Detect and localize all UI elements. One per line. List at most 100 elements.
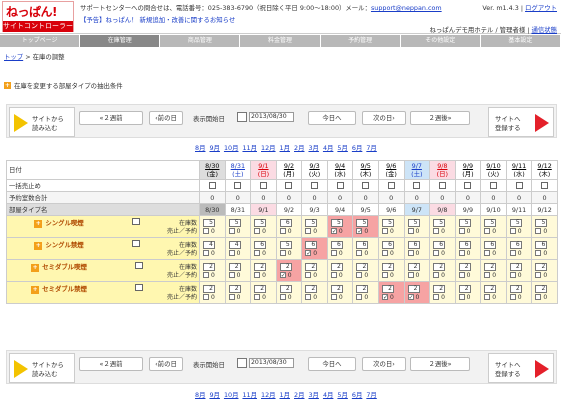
nav-tab[interactable]: その他設定 (400, 35, 481, 47)
stop-checkbox[interactable] (535, 250, 542, 256)
stock-input[interactable]: 2 (484, 285, 497, 293)
month-link[interactable]: 11月 (242, 390, 257, 399)
stock-input[interactable]: 2 (305, 263, 318, 271)
bulk-stop-checkbox[interactable] (413, 182, 421, 189)
filter-conditions-toggle[interactable]: + 在庫を変更する部屋タイプの抽出条件 (4, 81, 123, 90)
month-link[interactable]: 5月 (337, 143, 347, 152)
stock-input[interactable]: 5 (458, 219, 471, 227)
stop-checkbox[interactable] (458, 272, 465, 278)
month-link[interactable]: 7月 (366, 143, 376, 152)
bulk-stop-checkbox[interactable] (234, 182, 242, 189)
stock-input[interactable]: 5 (509, 219, 522, 227)
stop-checkbox[interactable] (407, 272, 414, 278)
logout-link[interactable]: ログアウト (525, 4, 557, 12)
stock-input[interactable]: 5 (407, 219, 420, 227)
stop-checkbox[interactable] (305, 228, 312, 234)
stop-checkbox[interactable] (305, 294, 312, 300)
stock-input[interactable]: 2 (484, 263, 497, 271)
stock-input[interactable]: 2 (279, 263, 292, 271)
month-link[interactable]: 7月 (366, 390, 376, 399)
date-header-cell[interactable]: 9/9 (月) (454, 160, 482, 180)
stop-checkbox[interactable] (484, 272, 491, 278)
month-link[interactable]: 12月 (261, 390, 276, 399)
stop-checkbox[interactable] (228, 294, 235, 300)
stock-input[interactable]: 6 (254, 241, 267, 249)
stop-checkbox[interactable] (509, 272, 516, 278)
nav-tab[interactable]: 基本設定 (480, 35, 561, 47)
stop-checkbox[interactable] (203, 294, 209, 300)
stop-checkbox[interactable] (381, 250, 388, 256)
start-date-input[interactable]: 2013/08/30 (249, 112, 294, 122)
stop-checkbox[interactable] (458, 228, 465, 234)
stop-checkbox[interactable] (228, 250, 235, 256)
date-header-cell[interactable]: 9/1 (日) (250, 160, 277, 180)
date-header-cell[interactable]: 9/11 (水) (505, 160, 533, 180)
stock-input[interactable]: 2 (203, 285, 215, 293)
date-header-cell[interactable]: 9/12 (木) (531, 160, 558, 180)
calendar-icon[interactable] (134, 261, 143, 269)
stop-checkbox[interactable] (254, 294, 261, 300)
prev-2weeks-button[interactable]: «２週前 (79, 111, 143, 125)
date-text[interactable]: 9/1 (252, 162, 276, 170)
bulk-stop-checkbox[interactable] (515, 182, 523, 189)
plus-icon[interactable]: + (34, 219, 43, 228)
plus-icon[interactable]: + (31, 285, 40, 294)
stop-checkbox[interactable] (356, 250, 363, 256)
stock-input[interactable]: 5 (381, 219, 394, 227)
date-text[interactable]: 9/6 (379, 162, 403, 170)
start-date-input[interactable]: 2013/08/30 (249, 358, 294, 368)
stop-checkbox[interactable] (254, 228, 261, 234)
stock-input[interactable]: 2 (509, 285, 522, 293)
stop-checkbox[interactable] (535, 294, 542, 300)
breadcrumb-top-link[interactable]: トップ (4, 53, 23, 61)
date-text[interactable]: 9/8 (431, 162, 455, 170)
date-text[interactable]: 9/4 (328, 162, 352, 170)
stock-input[interactable]: 2 (535, 285, 548, 293)
date-header-cell[interactable]: 9/4 (水) (326, 160, 354, 180)
stock-input[interactable]: 2 (330, 263, 343, 271)
stop-checkbox[interactable] (203, 228, 209, 234)
stock-input[interactable]: 5 (279, 241, 292, 249)
date-header-cell[interactable]: 8/31 (土) (224, 160, 252, 180)
stop-checkbox[interactable] (433, 294, 440, 300)
stock-input[interactable]: 2 (356, 263, 369, 271)
stock-input[interactable]: 2 (535, 263, 548, 271)
stop-checkbox[interactable] (407, 228, 414, 234)
stop-checkbox[interactable] (228, 228, 235, 234)
month-link[interactable]: 10月 (224, 390, 239, 399)
date-header-cell[interactable]: 9/8 (日) (429, 160, 456, 180)
stock-input[interactable]: 2 (305, 285, 318, 293)
stock-input[interactable]: 6 (305, 241, 318, 249)
month-link[interactable]: 11月 (242, 143, 257, 152)
month-link[interactable]: 1月 (280, 143, 290, 152)
date-text[interactable]: 8/30 (200, 162, 224, 170)
stock-input[interactable]: 5 (254, 219, 267, 227)
room-name[interactable]: セミダブル禁煙 (42, 285, 87, 293)
stock-input[interactable]: 6 (330, 241, 343, 249)
month-link[interactable]: 8月 (195, 390, 205, 399)
bulk-stop-checkbox[interactable] (311, 182, 319, 189)
date-text[interactable]: 9/3 (303, 162, 327, 170)
bulk-stop-checkbox[interactable] (208, 182, 216, 189)
date-header-cell[interactable]: 9/2 (月) (275, 160, 303, 180)
stop-checkbox[interactable] (433, 272, 440, 278)
stop-checkbox[interactable]: ✓ (330, 228, 337, 235)
stop-checkbox[interactable]: ✓ (407, 294, 414, 301)
bulk-stop-checkbox[interactable] (464, 182, 472, 189)
month-link[interactable]: 3月 (308, 143, 318, 152)
stop-checkbox[interactable] (484, 294, 491, 300)
stock-input[interactable]: 2 (279, 285, 292, 293)
stop-checkbox[interactable] (254, 250, 261, 256)
date-text[interactable]: 9/2 (277, 162, 301, 170)
stock-input[interactable]: 2 (407, 285, 420, 293)
nav-tab[interactable]: 商品管理 (160, 35, 241, 47)
room-name[interactable]: セミダブル喫煙 (42, 263, 87, 271)
stock-input[interactable]: 2 (203, 263, 215, 271)
stop-checkbox[interactable] (509, 250, 516, 256)
month-link[interactable]: 10月 (224, 143, 239, 152)
calendar-icon[interactable] (237, 358, 247, 368)
stock-input[interactable]: 5 (433, 219, 446, 227)
stock-input[interactable]: 6 (356, 241, 369, 249)
prev-day-button[interactable]: ‹前の日 (149, 111, 183, 125)
stock-input[interactable]: 4 (203, 241, 215, 249)
